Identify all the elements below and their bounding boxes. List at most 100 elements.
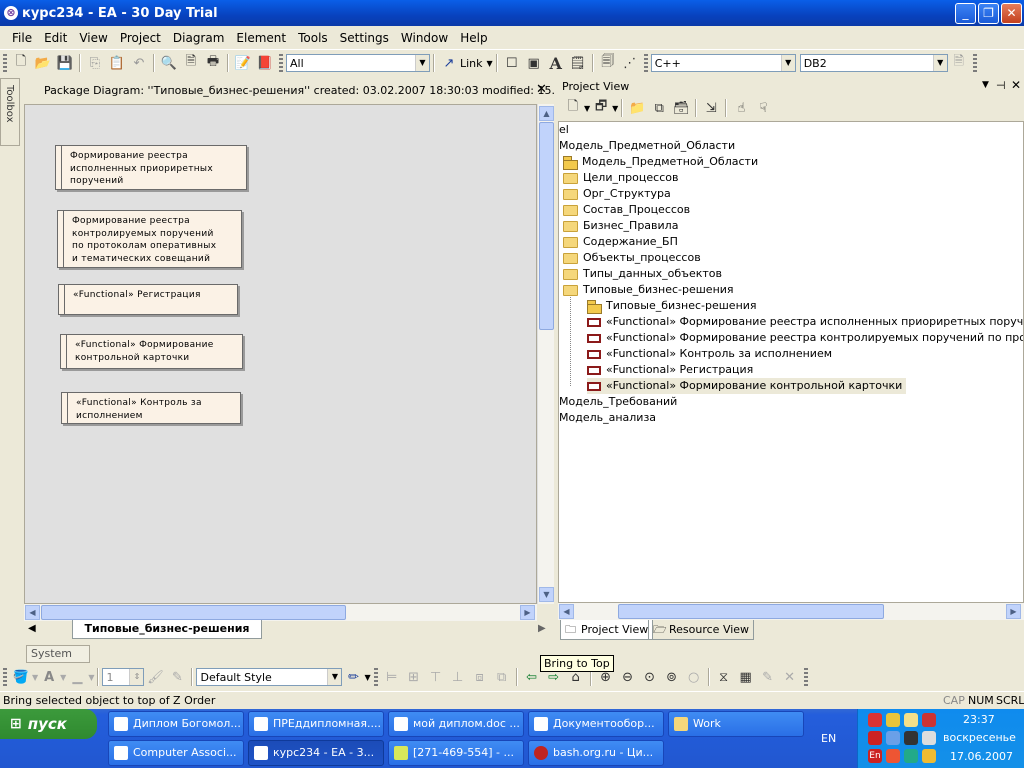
properties-icon[interactable]: 🗎 — [949, 53, 969, 73]
tree-item[interactable]: «Functional» Формирование реестра контро… — [587, 330, 1023, 346]
tree-item-selected[interactable]: «Functional» Формирование контрольной ка… — [587, 378, 907, 394]
link-dropdown-icon[interactable]: ▼ — [487, 59, 493, 68]
diagram-element[interactable]: «Functional» Контроль за исполнением — [61, 392, 241, 424]
volume-icon[interactable] — [922, 731, 936, 745]
back-arrow-icon[interactable]: ⇦ — [522, 667, 542, 687]
scroll-thumb[interactable] — [41, 605, 346, 620]
new-package-icon[interactable]: 🗋 — [563, 98, 583, 118]
scroll-right-icon[interactable]: ▶ — [1006, 604, 1021, 619]
format-painter-icon[interactable]: 🖌 — [145, 667, 165, 687]
tray-icon[interactable] — [868, 713, 882, 727]
toolbar-grip[interactable] — [803, 668, 808, 686]
link-label[interactable]: Link — [460, 57, 483, 70]
vertical-scrollbar[interactable]: ▲ ▼ — [537, 104, 554, 604]
chevron-down-icon[interactable]: ▼ — [364, 673, 370, 682]
tray-icon[interactable] — [904, 713, 918, 727]
delete-icon[interactable]: ✕ — [780, 667, 800, 687]
menu-view[interactable]: View — [73, 31, 113, 45]
tree-item[interactable]: «Functional» Регистрация — [587, 362, 753, 378]
toolbar-grip[interactable] — [3, 668, 7, 686]
tree-horizontal-scrollbar[interactable]: ◀ ▶ — [558, 603, 1024, 620]
tab-scroll-right-icon[interactable]: ▶ — [538, 623, 546, 634]
constraint-icon[interactable]: 🗐 — [598, 53, 618, 73]
close-icon[interactable]: ✕ — [536, 82, 547, 97]
chevron-down-icon[interactable]: ▼ — [612, 104, 618, 113]
note-icon[interactable]: 🗒 — [568, 53, 588, 73]
chevron-down-icon[interactable]: ▼ — [415, 55, 429, 71]
tray-icon[interactable] — [904, 731, 918, 745]
diagram-element[interactable]: «Functional» Регистрация — [58, 284, 238, 315]
language-combo[interactable]: C++ ▼ — [650, 54, 796, 72]
clock-time[interactable]: 23:37 — [963, 713, 995, 726]
tree-item[interactable]: Объекты_процессов — [563, 250, 701, 266]
tree-item[interactable]: Модель_анализа — [559, 410, 656, 426]
menu-edit[interactable]: Edit — [38, 31, 73, 45]
tray-icon[interactable] — [886, 713, 900, 727]
taskbar-button[interactable]: Документообор... — [528, 711, 664, 737]
copy-icon[interactable]: ⎘ — [85, 53, 105, 73]
tree-item[interactable]: Модель_Предметной_Области — [563, 154, 758, 170]
chevron-down-icon[interactable]: ▼ — [584, 104, 590, 113]
new-icon[interactable]: 🗋 — [11, 53, 31, 73]
menu-window[interactable]: Window — [395, 31, 454, 45]
toolbar-grip[interactable] — [373, 668, 378, 686]
diagram-element[interactable]: Формирование реестра контролируемых пору… — [57, 210, 242, 268]
scroll-left-icon[interactable]: ◀ — [559, 604, 574, 619]
notes-icon[interactable]: 📝 — [233, 53, 253, 73]
scroll-left-icon[interactable]: ◀ — [25, 605, 40, 620]
tree-item[interactable]: el — [559, 122, 569, 138]
taskbar-button[interactable]: Computer Associ... — [108, 740, 244, 766]
scroll-thumb[interactable] — [618, 604, 884, 619]
scroll-down-icon[interactable]: ▼ — [539, 587, 554, 602]
align-bottom-icon[interactable]: ⊥ — [448, 667, 468, 687]
fill-color-icon[interactable]: 🪣 — [11, 667, 31, 687]
align-top-icon[interactable]: ⊤ — [426, 667, 446, 687]
layout-icon[interactable]: ⧖ — [714, 667, 734, 687]
bash-icon[interactable]: ▣ — [524, 53, 544, 73]
diagram-element[interactable]: Формирование реестра исполненных приорир… — [55, 145, 247, 190]
bring-to-front-icon[interactable]: ⧉ — [492, 667, 512, 687]
tray-icon[interactable] — [886, 749, 900, 763]
tree-item[interactable]: «Functional» Контроль за исполнением — [587, 346, 832, 362]
toolbox-tab[interactable]: Toolbox — [0, 78, 20, 146]
zoom-fit-icon[interactable]: ⊙ — [640, 667, 660, 687]
shield-icon[interactable] — [868, 731, 882, 745]
tab-project-view[interactable]: 🗀 Project View — [560, 620, 654, 640]
tree-item[interactable]: Модель_Предметной_Области — [559, 138, 735, 154]
minimize-button[interactable]: _ — [955, 3, 976, 24]
tool-icon[interactable]: ✎ — [758, 667, 778, 687]
style-combo[interactable]: Default Style ▼ — [196, 668, 343, 686]
chevron-down-icon[interactable]: ▼ — [32, 673, 38, 682]
tray-icon[interactable] — [922, 749, 936, 763]
diagram-element[interactable]: «Functional» Формирование контрольной ка… — [60, 334, 243, 369]
tree-item[interactable]: Типы_данных_объектов — [563, 266, 722, 282]
chevron-down-icon[interactable]: ▼ — [327, 669, 342, 685]
pencil-icon[interactable]: ✏ — [343, 667, 363, 687]
horizontal-scrollbar[interactable]: ◀ ▶ — [24, 604, 537, 621]
tab-resource-view[interactable]: 🗁 Resource View — [648, 620, 755, 640]
taskbar-button[interactable]: ПРЕддипломная.... — [248, 711, 384, 737]
start-button[interactable]: ⊞ пуск — [0, 709, 97, 739]
menu-element[interactable]: Element — [230, 31, 292, 45]
tree-item[interactable]: Бизнес_Правила — [563, 218, 678, 234]
taskbar-button[interactable]: Work — [668, 711, 804, 737]
network-icon[interactable] — [886, 731, 900, 745]
grid-icon[interactable]: ▦ — [736, 667, 756, 687]
zoom-disabled-icon[interactable]: ○ — [684, 667, 704, 687]
tray-icon[interactable] — [922, 713, 936, 727]
line-color-icon[interactable]: ▁ — [67, 667, 87, 687]
tree-item[interactable]: Содержание_БП — [563, 234, 678, 250]
menu-project[interactable]: Project — [114, 31, 167, 45]
toolbar-grip[interactable] — [972, 54, 977, 72]
restore-button[interactable]: ❐ — [978, 3, 999, 24]
move-icon[interactable]: ⇲ — [701, 98, 721, 118]
open-icon[interactable]: 📂 — [33, 53, 53, 73]
zoom-out-icon[interactable]: ⊖ — [618, 667, 638, 687]
font-color-icon[interactable]: A — [39, 667, 59, 687]
hierarchy-icon[interactable]: ⧉ — [649, 98, 669, 118]
tree-item[interactable]: Состав_Процессов — [563, 202, 690, 218]
taskbar-button[interactable]: [271-469-554] - ... — [388, 740, 524, 766]
align-center-icon[interactable]: ⊞ — [404, 667, 424, 687]
chevron-down-icon[interactable]: ▼ — [60, 673, 66, 682]
move-up-icon[interactable]: ☝ — [731, 98, 751, 118]
